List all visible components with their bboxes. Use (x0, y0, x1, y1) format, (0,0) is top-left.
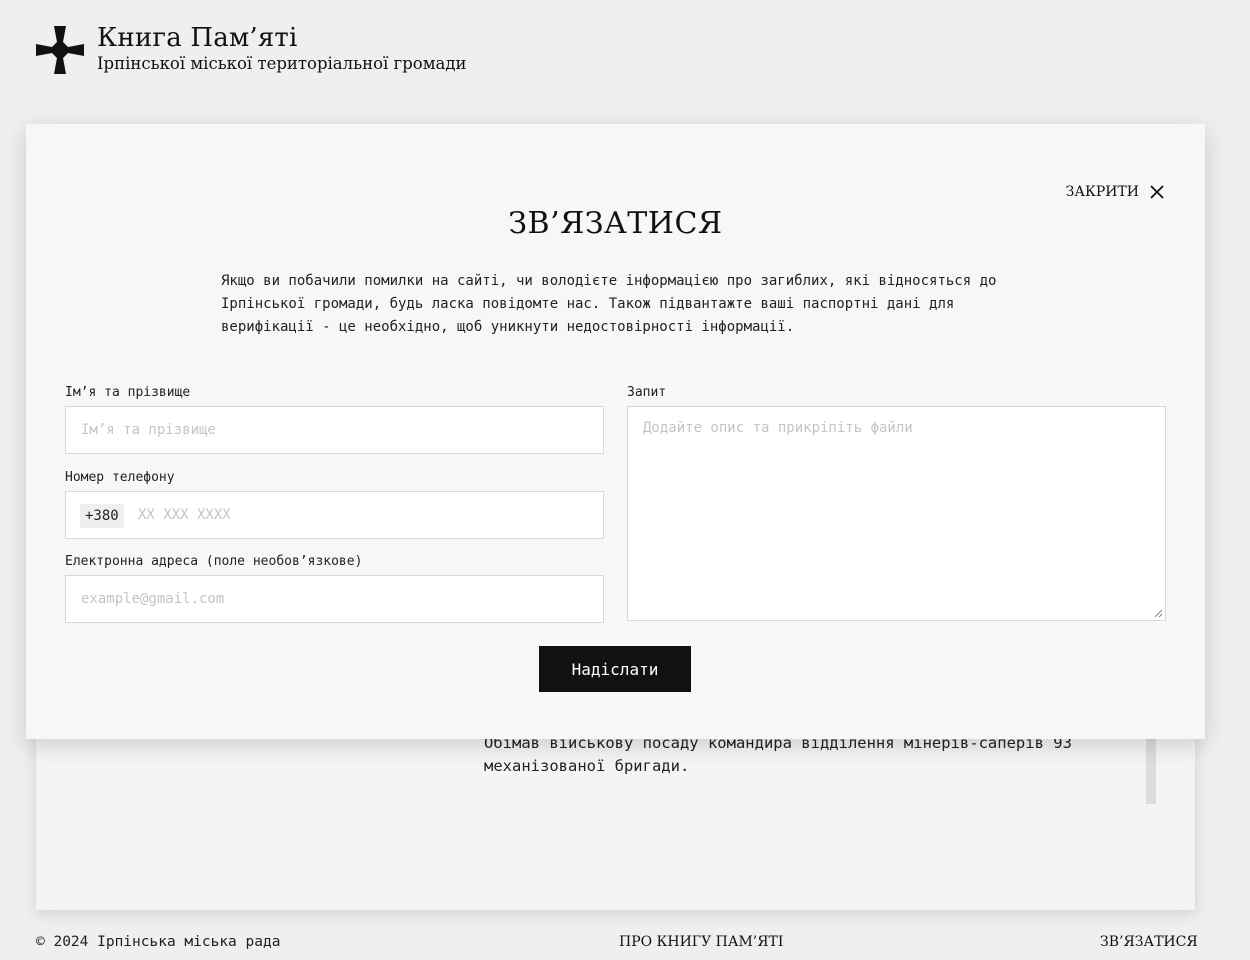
footer-contact-link[interactable]: ЗВ’ЯЗАТИСЯ (1100, 934, 1198, 950)
footer-copyright: © 2024 Ірпінська міська рада (36, 934, 281, 950)
name-input[interactable] (66, 407, 603, 453)
cross-icon (36, 26, 84, 74)
resize-grip-icon[interactable] (1154, 609, 1163, 618)
phone-field-box: +380 (65, 491, 661, 539)
close-label: ЗАКРИТИ (1065, 184, 1139, 200)
phone-prefix: +380 (80, 504, 124, 528)
request-textarea[interactable] (628, 407, 1165, 620)
email-input[interactable] (66, 576, 603, 622)
submit-button[interactable]: Надіслати (539, 646, 691, 692)
close-icon (1150, 185, 1164, 199)
site-logo[interactable]: Книга Пам’яті Ірпінської міської територ… (36, 24, 467, 74)
request-label: Запит (627, 385, 667, 400)
modal-description: Якщо ви побачили помилки на сайті, чи во… (221, 273, 997, 335)
site-subtitle: Ірпінської міської територіальної громад… (97, 54, 467, 73)
phone-input[interactable] (124, 492, 661, 538)
close-button[interactable]: ЗАКРИТИ (1066, 184, 1165, 200)
footer-about-link[interactable]: ПРО КНИГУ ПАМ’ЯТІ (619, 934, 783, 950)
request-field-box (627, 406, 1166, 621)
phone-label: Номер телефону (65, 470, 175, 485)
name-label: Ім’я та прізвище (65, 385, 191, 400)
modal-title: ЗВ’ЯЗАТИСЯ (508, 206, 723, 241)
email-label: Електронна адреса (поле необов’язкове) (65, 554, 363, 569)
name-field-box (65, 406, 604, 454)
site-title: Книга Пам’яті (97, 23, 298, 53)
person-card: Обімав військову посаду командира відділ… (36, 720, 1195, 910)
email-field-box (65, 575, 604, 623)
contact-modal: ЗАКРИТИ ЗВ’ЯЗАТИСЯ Якщо ви побачили поми… (26, 124, 1205, 739)
